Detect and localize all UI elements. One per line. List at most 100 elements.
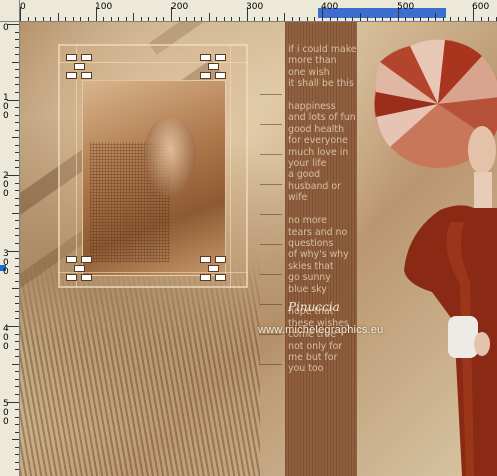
ruler-tick	[284, 13, 286, 21]
ruler-corner	[0, 0, 20, 22]
woman-figure	[374, 39, 497, 476]
ruler-tick	[322, 7, 323, 21]
woman-face	[468, 126, 496, 174]
ruler-label: 300	[246, 2, 264, 12]
ruler-tick	[405, 17, 407, 21]
ruler-label: 200	[171, 2, 189, 12]
image-canvas[interactable]: if i could make more than one wish it sh…	[20, 22, 497, 476]
ruler-tick	[450, 17, 452, 21]
ruler-tick	[15, 386, 19, 388]
decor-line	[260, 364, 282, 365]
ruler-tick	[178, 17, 180, 21]
ruler-tick	[15, 461, 19, 463]
vertical-ruler[interactable]: 0 100 200 300 400 500	[0, 22, 20, 476]
ruler-tick	[435, 13, 437, 21]
ruler-tick	[15, 235, 19, 237]
ruler-tick	[15, 416, 19, 418]
ruler-tick	[15, 91, 19, 93]
ruler-label: 400	[3, 324, 9, 352]
ruler-tick	[223, 17, 225, 21]
ruler-tick	[15, 242, 19, 244]
frame-line	[76, 44, 77, 288]
ruler-label: 200	[3, 171, 9, 199]
ruler-tick	[337, 17, 339, 21]
ruler-tick	[15, 39, 19, 41]
ruler-tick	[15, 76, 19, 78]
ruler-tick	[15, 341, 19, 343]
ruler-tick	[254, 17, 256, 21]
ruler-tick	[15, 333, 19, 335]
ruler-tick	[420, 17, 422, 21]
ruler-tick	[95, 7, 97, 21]
ruler-tick	[15, 227, 19, 229]
decor-line	[260, 184, 282, 185]
ruler-tick	[246, 7, 248, 21]
ruler-tick	[42, 17, 44, 21]
ruler-tick	[291, 17, 293, 21]
ruler-tick	[148, 17, 150, 21]
ruler-tick	[238, 17, 240, 21]
ruler-label: 0	[3, 23, 9, 33]
ruler-tick	[12, 363, 19, 365]
ruler-tick	[352, 17, 354, 21]
ruler-tick	[133, 13, 135, 21]
ruler-tick	[163, 17, 165, 21]
ruler-tick	[12, 137, 19, 139]
ruler-tick	[15, 378, 19, 380]
ruler-tick	[110, 17, 112, 21]
ruler-tick	[15, 431, 19, 433]
ruler-tick	[35, 17, 37, 21]
ruler-tick	[27, 17, 29, 21]
decor-line	[260, 154, 282, 155]
ruler-tick	[15, 356, 19, 358]
ruler-tick	[15, 318, 19, 320]
ruler-tick	[412, 17, 414, 21]
ruler-tick	[488, 17, 490, 21]
ruler-tick	[15, 280, 19, 282]
ruler-tick	[140, 17, 142, 21]
ruler-tick	[15, 31, 19, 33]
ruler-tick	[306, 17, 308, 21]
ruler-tick	[473, 7, 474, 21]
ruler-tick	[299, 17, 301, 21]
decor-line	[260, 304, 282, 305]
ruler-tick	[15, 122, 19, 124]
ruler-tick	[12, 212, 19, 214]
ruler-tick	[80, 17, 82, 21]
ruler-tick	[125, 17, 127, 21]
ruler-tick	[15, 273, 19, 275]
horizontal-ruler[interactable]: 0 100 200 300 400 500 600	[0, 0, 497, 22]
decor-line	[260, 274, 282, 275]
ruler-tick	[15, 310, 19, 312]
ruler-tick	[15, 424, 19, 426]
ruler-tick	[495, 17, 497, 21]
ruler-tick	[15, 182, 19, 184]
ruler-tick	[7, 99, 19, 101]
ruler-tick	[15, 197, 19, 199]
ruler-tick	[15, 114, 19, 116]
ruler-label: 600	[472, 2, 490, 12]
ruler-tick	[15, 152, 19, 154]
ruler-tick	[367, 17, 369, 21]
decor-line	[260, 214, 282, 215]
ruler-tick	[15, 190, 19, 192]
ruler-tick	[201, 17, 203, 21]
decor-line	[260, 94, 282, 95]
ruler-tick	[389, 17, 391, 21]
ruler-label: 300	[3, 249, 9, 277]
ruler-tick	[359, 13, 361, 21]
ruler-tick	[480, 17, 482, 21]
ruler-tick	[57, 13, 59, 21]
ruler-tick	[231, 17, 233, 21]
ruler-tick	[15, 446, 19, 448]
ruler-tick	[276, 17, 278, 21]
ruler-tick	[465, 17, 467, 21]
ruler-tick	[261, 17, 263, 21]
ruler-tick	[15, 295, 19, 297]
ruler-tick	[87, 17, 89, 21]
ruler-tick	[103, 17, 105, 21]
ruler-tick	[397, 7, 399, 21]
watermark-url: www.michelegraphics.eu	[258, 324, 384, 336]
woman-hand	[474, 332, 490, 356]
ruler-tick	[15, 371, 19, 373]
